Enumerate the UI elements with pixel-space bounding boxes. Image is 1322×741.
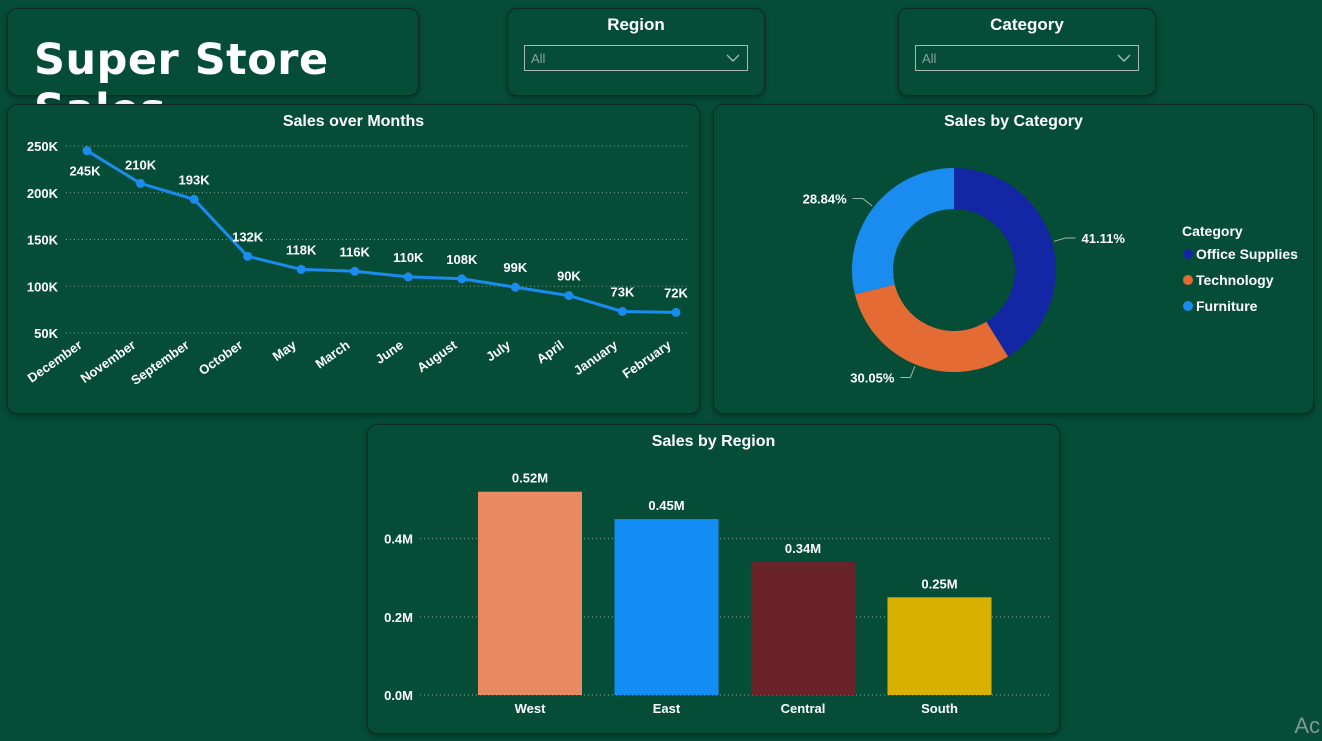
bar: [478, 491, 582, 695]
chevron-down-icon: [1117, 54, 1131, 62]
data-point: [510, 282, 520, 292]
x-tick-label: East: [653, 701, 681, 716]
x-tick-label: December: [25, 337, 85, 385]
x-tick-label: West: [515, 701, 546, 716]
data-label: 110K: [393, 250, 424, 265]
bar: [887, 597, 992, 695]
region-slicer: Region All: [507, 8, 765, 96]
series-line: [86, 149, 677, 314]
x-tick-label: South: [921, 701, 958, 716]
chevron-down-icon: [726, 54, 740, 62]
x-tick-label: January: [571, 337, 621, 378]
category-slicer-label: Category: [990, 15, 1064, 34]
data-point: [136, 178, 146, 188]
legend-title: Category: [1182, 223, 1243, 239]
data-label: 210K: [125, 157, 157, 172]
region-dropdown[interactable]: All: [524, 45, 748, 71]
data-label: 108K: [446, 252, 478, 267]
leader-line: [900, 366, 916, 378]
donut-slice: [854, 284, 1009, 372]
data-label: 193K: [179, 172, 211, 187]
legend-item: Furniture: [1196, 298, 1258, 314]
leader-line: [1053, 237, 1076, 242]
data-point: [296, 264, 306, 274]
data-point: [617, 306, 627, 316]
x-tick-label: July: [483, 337, 514, 365]
donut-chart-title: Sales by Category: [944, 113, 1083, 130]
bar: [614, 519, 719, 695]
data-label: 73K: [611, 284, 635, 299]
category-dropdown-value: All: [922, 51, 937, 66]
sales-over-months-card: Sales over Months 250K 200K 150K 100K 50K 245…: [7, 104, 700, 414]
x-tick-label: May: [270, 337, 300, 364]
x-tick-label: April: [534, 337, 567, 366]
line-chart-title: Sales over Months: [282, 113, 425, 130]
region-dropdown-value: All: [531, 51, 546, 66]
data-label: 118K: [286, 242, 317, 257]
y-tick-label: 0.2M: [384, 610, 413, 625]
data-point: [457, 274, 467, 284]
y-tick-label: 0.0M: [384, 688, 413, 703]
y-tick-label: 0.4M: [384, 532, 413, 547]
slice-label: 30.05%: [850, 370, 895, 385]
region-slicer-label: Region: [607, 15, 665, 34]
data-label: 132K: [232, 229, 264, 244]
legend-marker: [1183, 301, 1193, 311]
x-tick-label: March: [312, 337, 352, 371]
bar: [751, 562, 855, 695]
data-point: [350, 266, 360, 276]
category-slicer: Category All: [898, 8, 1156, 96]
data-label: 0.25M: [921, 576, 957, 591]
y-tick-label: 150K: [27, 233, 59, 248]
data-label: 72K: [664, 285, 688, 300]
leader-line: [852, 197, 873, 207]
y-tick-label: 50K: [34, 326, 58, 341]
data-label: 99K: [503, 260, 527, 275]
data-label: 245K: [69, 164, 101, 179]
sales-by-region-card: Sales by Region 0.0M 0.2M 0.4M 0.52M West 0.4…: [367, 424, 1060, 734]
donut-chart: 41.11% 30.05% 28.84% Category Office Supplie…: [803, 168, 1298, 385]
bar-chart: 0.0M 0.2M 0.4M 0.52M West 0.45M East 0.34M Centr…: [384, 471, 1052, 716]
y-tick-label: 100K: [27, 279, 59, 294]
data-point: [671, 307, 681, 317]
data-label: 90K: [557, 269, 581, 284]
data-point: [82, 146, 92, 156]
x-tick-label: August: [414, 337, 460, 375]
y-tick-label: 250K: [27, 139, 59, 154]
legend-marker: [1183, 249, 1193, 259]
line-chart: 250K200K150K100K50K245KDecember210KNovem…: [25, 139, 690, 388]
slice-label: 41.11%: [1082, 231, 1126, 246]
data-point: [189, 194, 199, 204]
title-card: Super Store Sales: [7, 8, 419, 135]
watermark-text: Ac: [1294, 713, 1320, 738]
data-label: 0.34M: [785, 541, 821, 556]
donut-slice: [852, 168, 954, 295]
data-point: [243, 251, 253, 261]
data-point: [403, 272, 413, 282]
x-tick-label: February: [620, 337, 675, 382]
data-label: 0.45M: [648, 498, 684, 513]
x-tick-label: September: [128, 337, 192, 388]
category-dropdown[interactable]: All: [915, 45, 1139, 71]
data-label: 0.52M: [512, 471, 548, 486]
slice-label: 28.84%: [803, 191, 848, 206]
donut-slice: [954, 168, 1056, 357]
legend-item: Technology: [1196, 272, 1274, 288]
y-tick-label: 200K: [27, 186, 59, 201]
legend-item: Office Supplies: [1196, 246, 1298, 262]
sales-by-category-card: Sales by Category 41.11% 30.05% 28.84% Cate…: [713, 104, 1314, 414]
data-point: [564, 291, 574, 301]
x-tick-label: October: [196, 337, 245, 378]
x-tick-label: June: [373, 337, 406, 367]
x-tick-label: Central: [781, 701, 826, 716]
bar-chart-title: Sales by Region: [651, 433, 776, 450]
legend-marker: [1183, 275, 1193, 285]
data-label: 116K: [340, 244, 371, 259]
